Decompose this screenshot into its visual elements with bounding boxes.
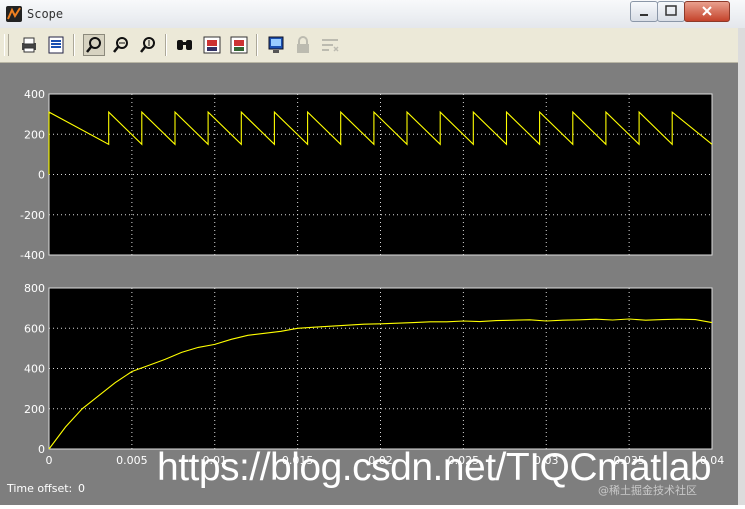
toolbar-separator xyxy=(73,34,75,56)
zoom-y-icon[interactable] xyxy=(137,34,159,56)
zoom-icon[interactable] xyxy=(83,34,105,56)
y-tick-label: -200 xyxy=(20,209,45,222)
save-axes-icon[interactable] xyxy=(201,34,223,56)
minimize-button[interactable] xyxy=(630,1,658,22)
toolbar-grip[interactable] xyxy=(4,34,9,56)
y-tick-label: 200 xyxy=(24,128,45,141)
time-offset-label: Time offset: xyxy=(7,482,73,495)
zoom-x-icon[interactable] xyxy=(110,34,132,56)
restore-axes-icon[interactable] xyxy=(228,34,250,56)
window-title: Scope xyxy=(27,7,64,21)
toolbar xyxy=(0,28,745,63)
y-tick-label: -400 xyxy=(20,249,45,262)
y-tick-label: 200 xyxy=(24,403,45,416)
scope-window: Scope 400 200 0 -200 -400 800 600 400 20… xyxy=(0,0,745,505)
floating-scope-icon[interactable] xyxy=(265,34,287,56)
title-bar[interactable]: Scope xyxy=(0,0,745,29)
y-tick-label: 0 xyxy=(38,443,45,456)
y-tick-label: 600 xyxy=(24,322,45,335)
y-tick-label: 400 xyxy=(24,88,45,101)
time-offset-value: 0 xyxy=(78,482,85,495)
plot-area: 400 200 0 -200 -400 800 600 400 200 0 0 0.005 0.01 0… xyxy=(0,63,745,505)
y-tick-label: 0 xyxy=(38,169,45,182)
maximize-button[interactable] xyxy=(657,1,685,22)
matlab-scope-icon xyxy=(6,6,22,22)
axes-bottom[interactable]: 80060040020000 0.005 0.01 0.015 0.02 0.025 0.0… xyxy=(24,282,724,467)
window-right-edge xyxy=(738,28,745,505)
lock-axes-icon[interactable] xyxy=(292,34,314,56)
signal-selection-icon[interactable] xyxy=(319,34,341,56)
toolbar-separator xyxy=(165,34,167,56)
autoscale-icon[interactable] xyxy=(174,34,196,56)
y-tick-label: 400 xyxy=(24,363,45,376)
parameters-icon[interactable] xyxy=(45,34,67,56)
scope-plots[interactable]: 4002000-200-400 80060040020000 0.005 0.01 0… xyxy=(0,63,745,505)
x-tick-label: 0 xyxy=(46,454,53,467)
axes-top[interactable]: 400 200 0 -200 -400 xyxy=(20,88,713,262)
watermark-secondary: @稀土掘金技术社区 xyxy=(598,484,697,497)
x-tick-label: 0.005 xyxy=(116,454,148,467)
toolbar-separator xyxy=(256,34,258,56)
y-tick-label: 800 xyxy=(24,282,45,295)
close-button[interactable] xyxy=(684,1,730,22)
print-icon[interactable] xyxy=(18,34,40,56)
